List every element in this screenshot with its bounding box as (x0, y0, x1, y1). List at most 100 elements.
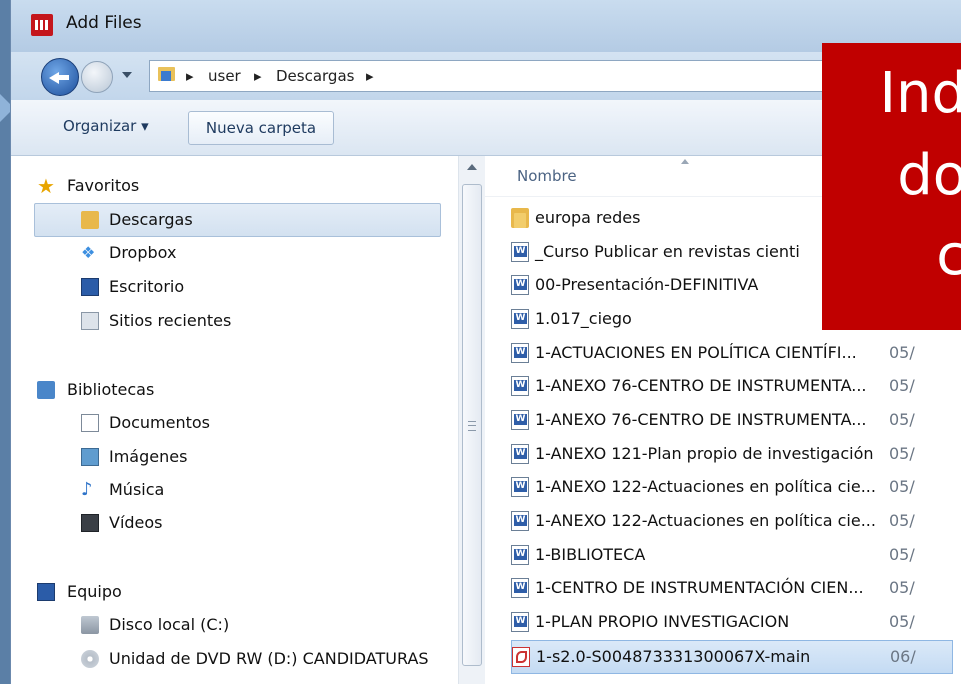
file-name: 1-ANEXO 76-CENTRO DE INSTRUMENTA... (535, 376, 867, 395)
documents-icon (81, 414, 99, 432)
overlay-text-line2: do (897, 143, 961, 208)
file-row-selected[interactable]: 1-s2.0-S004873331300067X-main 06/ (511, 640, 953, 674)
file-name: 1-ANEXO 122-Actuaciones en política cie.… (535, 511, 876, 530)
file-row[interactable]: 1-ANEXO 121-Plan propio de investigación… (511, 438, 951, 470)
file-date: 05/ (889, 444, 915, 463)
nav-videos[interactable]: Vídeos (81, 507, 381, 539)
file-name: 00-Presentación-DEFINITIVA (535, 275, 759, 294)
file-name: europa redes (535, 208, 641, 227)
scroll-up-arrow-icon[interactable] (467, 164, 477, 170)
file-date: 05/ (889, 410, 915, 429)
word-document-icon (511, 578, 529, 598)
file-name: 1-PLAN PROPIO INVESTIGACION (535, 612, 790, 631)
word-document-icon (511, 242, 529, 262)
nav-equipo[interactable]: Equipo (37, 576, 417, 608)
word-document-icon (511, 477, 529, 497)
word-document-icon (511, 410, 529, 430)
forward-button[interactable] (81, 61, 113, 93)
file-name: 1-CENTRO DE INSTRUMENTACIÓN CIEN... (535, 578, 864, 597)
column-nombre[interactable]: Nombre (517, 167, 577, 185)
recent-places-icon (81, 312, 99, 330)
desktop-icon (81, 278, 99, 296)
file-row[interactable]: 1-ACTUACIONES EN POLÍTICA CIENTÍFI... 05… (511, 337, 951, 369)
scrollbar-thumb[interactable] (462, 184, 482, 666)
nav-dropbox[interactable]: ❖ Dropbox (81, 237, 381, 269)
file-row[interactable]: 1-PLAN PROPIO INVESTIGACION 05/ (511, 606, 951, 638)
word-document-icon (511, 545, 529, 565)
file-row[interactable]: 1-ANEXO 76-CENTRO DE INSTRUMENTA... 05/ (511, 404, 951, 436)
word-document-icon (511, 309, 529, 329)
nav-bibliotecas[interactable]: Bibliotecas (37, 374, 417, 406)
breadcrumb-separator[interactable]: ▸ (366, 67, 374, 85)
recent-locations-dropdown-icon[interactable] (122, 72, 132, 78)
navigation-pane-scrollbar[interactable] (458, 156, 486, 684)
file-row[interactable]: 1-BIBLIOTECA 05/ (511, 539, 951, 571)
file-date: 05/ (889, 545, 915, 564)
nav-musica[interactable]: ♪ Música (81, 474, 381, 506)
folder-icon (158, 67, 175, 81)
pictures-icon (81, 448, 99, 466)
file-date: 05/ (889, 511, 915, 530)
star-icon: ★ (37, 174, 55, 198)
file-name: 1-ANEXO 122-Actuaciones en política cie.… (535, 477, 876, 496)
file-date: 05/ (889, 376, 915, 395)
file-date: 05/ (889, 477, 915, 496)
file-name: 1-ANEXO 121-Plan propio de investigación (535, 444, 874, 463)
navigation-bar: ▸ user ▸ Descargas ▸ (11, 52, 961, 100)
file-name: 1.017_ciego (535, 309, 632, 328)
breadcrumb-separator[interactable]: ▸ (254, 67, 262, 85)
file-row[interactable]: 1-ANEXO 76-CENTRO DE INSTRUMENTA... 05/ (511, 370, 951, 402)
dropbox-icon: ❖ (81, 243, 96, 262)
breadcrumb-separator[interactable]: ▸ (186, 67, 194, 85)
word-document-icon (511, 275, 529, 295)
breadcrumb-descargas[interactable]: Descargas (276, 67, 354, 85)
file-row[interactable]: 1-ANEXO 122-Actuaciones en política cie.… (511, 505, 951, 537)
downloads-folder-icon (81, 211, 99, 229)
new-folder-button[interactable]: Nueva carpeta (188, 111, 334, 145)
local-disk-icon (81, 616, 99, 634)
pdf-document-icon (512, 647, 530, 667)
word-document-icon (511, 343, 529, 363)
word-document-icon (511, 612, 529, 632)
breadcrumb-user[interactable]: user (208, 67, 241, 85)
music-icon: ♪ (81, 479, 93, 500)
file-row[interactable]: 1-CENTRO DE INSTRUMENTACIÓN CIEN... 05/ (511, 572, 951, 604)
command-toolbar: Organizar ▾ Nueva carpeta (11, 100, 961, 156)
grip-icon (468, 421, 476, 431)
dvd-drive-icon (81, 650, 99, 668)
nav-favoritos[interactable]: ★ Favoritos (37, 170, 417, 202)
nav-documentos[interactable]: Documentos (81, 407, 381, 439)
overlay-text-line3: c (936, 223, 961, 288)
file-name: 1-ANEXO 76-CENTRO DE INSTRUMENTA... (535, 410, 867, 429)
nav-sitios-recientes[interactable]: Sitios recientes (81, 305, 381, 337)
add-files-dialog: Add Files ▸ user ▸ Descargas ▸ Organizar… (10, 0, 961, 684)
word-document-icon (511, 444, 529, 464)
app-logo-icon (31, 14, 53, 36)
nav-escritorio[interactable]: Escritorio (81, 271, 381, 303)
nav-dvd-drive[interactable]: Unidad de DVD RW (D:) CANDIDATURAS (81, 643, 456, 675)
instruction-overlay: Ind do c (822, 43, 961, 330)
folder-icon (511, 208, 529, 228)
sort-ascending-icon (681, 159, 689, 164)
file-row[interactable]: 1-ANEXO 122-Actuaciones en política cie.… (511, 471, 951, 503)
file-name: _Curso Publicar en revistas cienti (535, 242, 800, 261)
overlay-text-line1: Ind (879, 61, 961, 126)
computer-icon (37, 583, 55, 601)
organize-menu-button[interactable]: Organizar ▾ (63, 117, 149, 135)
libraries-icon (37, 381, 55, 399)
file-date: 05/ (889, 612, 915, 631)
back-button[interactable] (41, 58, 79, 96)
videos-icon (81, 514, 99, 532)
file-date: 06/ (890, 647, 916, 666)
file-name: 1-BIBLIOTECA (535, 545, 646, 564)
file-date: 05/ (889, 578, 915, 597)
word-document-icon (511, 511, 529, 531)
file-name: 1-s2.0-S004873331300067X-main (536, 647, 811, 666)
title-bar: Add Files (11, 0, 961, 52)
word-document-icon (511, 376, 529, 396)
nav-disco-local[interactable]: Disco local (C:) (81, 609, 411, 641)
file-name: 1-ACTUACIONES EN POLÍTICA CIENTÍFI... (535, 343, 857, 362)
file-date: 05/ (889, 343, 915, 362)
nav-descargas[interactable]: Descargas (34, 203, 441, 237)
nav-imagenes[interactable]: Imágenes (81, 441, 381, 473)
